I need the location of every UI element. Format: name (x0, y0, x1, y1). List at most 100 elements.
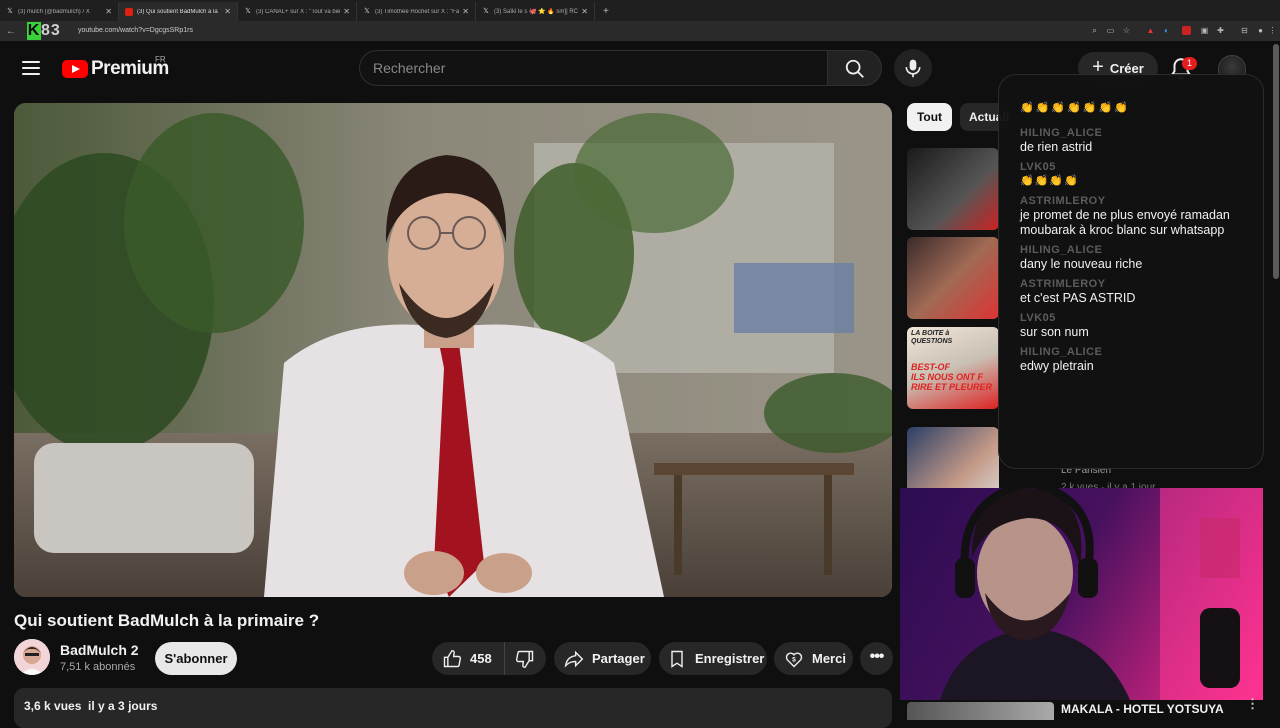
logo-letter: K (27, 22, 41, 40)
recommended-video-thumbnail[interactable] (907, 702, 1054, 720)
more-vertical-icon[interactable]: ⋮ (1246, 697, 1259, 710)
video-frame (14, 103, 892, 597)
x-icon: 𝕏 (7, 7, 13, 15)
star-icon[interactable]: ☆ (1122, 26, 1131, 35)
recommended-video-thumbnail[interactable]: LA BOITE à QUESTIONS BEST-OF ILS NOUS ON… (907, 327, 999, 409)
chat-username: LVK05 (1020, 161, 1056, 173)
chat-message: HILING_ALICE de rien astrid (1020, 127, 1249, 155)
views-and-date: 3,6 k vues il y a 3 jours (24, 699, 158, 713)
bookmark-icon (671, 650, 683, 668)
browser-tab[interactable]: 𝕏 (3) CANAL+ sur X : "Tout va bie ✕ (238, 2, 357, 21)
search-input[interactable] (359, 50, 828, 86)
hamburger-menu-icon[interactable] (22, 60, 40, 76)
more-actions-button[interactable]: ••• (860, 642, 893, 675)
dislike-button[interactable] (505, 642, 545, 675)
video-player[interactable] (14, 103, 892, 597)
close-icon[interactable]: ✕ (581, 7, 588, 16)
thanks-button[interactable]: $ Merci (774, 642, 853, 675)
chat-username: ASTRIMLEROY (1020, 278, 1106, 290)
tab-title: (3) mulch (@badmulch) / X (18, 8, 90, 15)
share-button[interactable]: Partager (554, 642, 651, 675)
tab-title: (3) Timothée Hochet sur X : "Fai (375, 8, 460, 15)
search-icon[interactable]: ⌕ (1090, 26, 1099, 35)
save-button[interactable]: Enregistrer (659, 642, 767, 675)
chat-text: et c'est PAS ASTRID (1020, 291, 1136, 305)
logo-number: 83 (41, 22, 61, 39)
description-box[interactable]: 3,6 k vues il y a 3 jours (14, 688, 892, 728)
browser-tab[interactable]: 𝕏 (3) Saïki le s 🐙 ⭐ 🔥 sm]| RC ✕ (476, 2, 595, 21)
heart-dollar-icon: $ (785, 652, 803, 668)
chat-message: LVK05 sur son num (1020, 312, 1249, 340)
channel-name[interactable]: BadMulch 2 (60, 642, 139, 658)
stream-overlay-logo: K83 (27, 22, 61, 40)
close-icon[interactable]: ✕ (462, 7, 469, 16)
extension-icon[interactable] (1182, 26, 1191, 35)
thanks-label: Merci (812, 651, 846, 666)
tab-title: (3) CANAL+ sur X : "Tout va bie (256, 8, 341, 15)
chat-message: HILING_ALICE edwy pletrain (1020, 346, 1249, 374)
chat-username: HILING_ALICE (1020, 127, 1103, 139)
menu-dots-icon[interactable]: ⋮ (1268, 26, 1277, 35)
webcam-frame (940, 488, 1263, 700)
thumbs-down-icon (515, 650, 534, 668)
voice-search-button[interactable] (894, 49, 932, 87)
chat-text: je promet de ne plus envoyé ramadan moub… (1020, 208, 1230, 237)
chat-text: sur son num (1020, 325, 1089, 339)
thumbs-up-icon (443, 649, 462, 667)
streamer-webcam (900, 488, 1263, 700)
notification-badge: 1 (1182, 57, 1197, 70)
youtube-icon (125, 7, 133, 16)
url-text[interactable]: youtube.com/watch?v=DgcgsSRp1rs (78, 27, 193, 34)
cast-icon[interactable]: ▭ (1106, 26, 1115, 35)
chip-all[interactable]: Tout (907, 103, 952, 131)
thumb-text: BEST-OF (911, 362, 951, 372)
live-chat-overlay: 👏👏👏👏👏👏👏 HILING_ALICE de rien astrid LVK0… (998, 74, 1264, 469)
chat-username: ASTRIMLEROY (1020, 195, 1106, 207)
close-icon[interactable]: ✕ (343, 7, 350, 16)
extension-icon[interactable]: ▣ (1200, 26, 1209, 35)
svg-text:$: $ (792, 656, 796, 663)
tab-title: (3) Qui soutient BadMulch à la (137, 8, 218, 15)
chat-username: HILING_ALICE (1020, 346, 1103, 358)
extension-icon[interactable]: ◐ (1162, 26, 1171, 35)
video-title: Qui soutient BadMulch à la primaire ? (14, 611, 320, 630)
recommended-video-thumbnail[interactable] (907, 237, 999, 319)
tab-title: (3) Saïki le s 🐙 ⭐ 🔥 sm]| RC (494, 9, 578, 15)
x-icon: 𝕏 (483, 7, 489, 15)
profile-icon[interactable]: ● (1256, 26, 1265, 35)
close-icon[interactable]: ✕ (224, 7, 231, 16)
microphone-icon (905, 59, 921, 78)
browser-tab[interactable]: 𝕏 (3) Timothée Hochet sur X : "Fai ✕ (357, 2, 476, 21)
like-count: 458 (470, 651, 492, 666)
chat-message: LVK05 👏👏👏👏 (1020, 161, 1249, 189)
chat-text: de rien astrid (1020, 140, 1093, 154)
search-icon (845, 59, 864, 78)
recommended-video-thumbnail[interactable] (907, 148, 999, 230)
thumb-text: LA BOITE à (911, 330, 950, 337)
chat-emoji-row: 👏👏👏👏👏👏👏 (1020, 102, 1130, 114)
like-dislike-group: 458 (432, 642, 546, 675)
thumb-text: ILS NOUS ONT F (911, 372, 983, 382)
share-icon (564, 650, 584, 668)
chat-username: LVK05 (1020, 312, 1056, 324)
close-icon[interactable]: ✕ (105, 7, 112, 16)
tab-search-icon[interactable]: ⊟ (1240, 26, 1249, 35)
save-label: Enregistrer (695, 651, 765, 666)
like-button[interactable]: 458 (432, 642, 505, 675)
back-arrow-icon[interactable]: ← (6, 26, 16, 37)
browser-tab[interactable]: 𝕏 (3) mulch (@badmulch) / X ✕ (0, 2, 119, 21)
new-tab-button[interactable]: + (595, 2, 617, 21)
recommended-video-title[interactable]: MAKALA - HOTEL YOTSUYA (1061, 702, 1224, 716)
page-scrollbar[interactable] (1273, 44, 1279, 279)
subscribe-button[interactable]: S'abonner (155, 642, 237, 675)
search-button[interactable] (827, 50, 882, 86)
chat-username: HILING_ALICE (1020, 244, 1103, 256)
puzzle-icon[interactable]: ✚ (1216, 26, 1225, 35)
extension-icon[interactable]: ▲ (1146, 26, 1155, 35)
browser-tab-strip: 𝕏 (3) mulch (@badmulch) / X ✕ (3) Qui so… (0, 0, 1280, 21)
channel-avatar[interactable] (14, 639, 50, 675)
youtube-play-icon (62, 60, 88, 78)
subscriber-count: 7,51 k abonnés (60, 661, 136, 673)
browser-tab-active[interactable]: (3) Qui soutient BadMulch à la ✕ (119, 2, 238, 21)
youtube-premium-logo[interactable]: Premium (62, 58, 169, 80)
